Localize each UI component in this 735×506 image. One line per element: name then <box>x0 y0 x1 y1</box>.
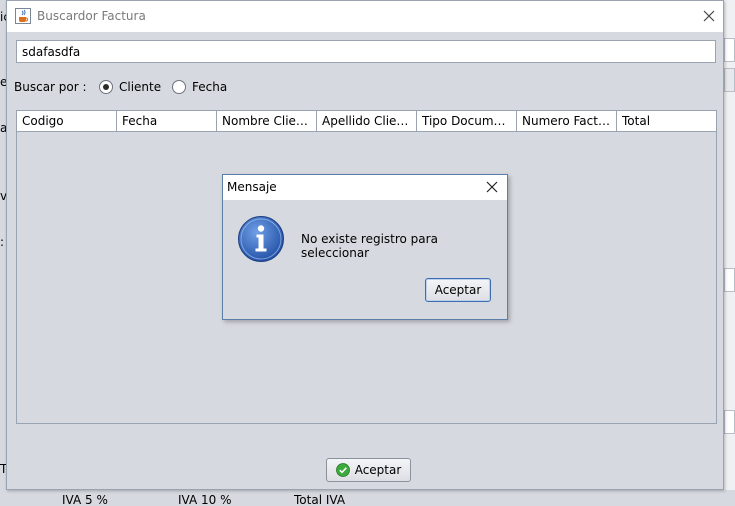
message-aceptar-button[interactable]: Aceptar <box>425 278 491 302</box>
message-title: Mensaje <box>227 180 277 194</box>
parent-field-fragment-3 <box>724 410 735 434</box>
dialog-title: Buscardor Factura <box>37 9 146 23</box>
column-header-nombre-cliente[interactable]: Nombre Cliente <box>217 111 317 131</box>
iva10-label: IVA 10 % <box>178 493 232 506</box>
column-header-apellido-cliente[interactable]: Apellido Cliente <box>317 111 417 131</box>
message-title-bar[interactable]: Mensaje <box>223 175 507 200</box>
iva5-label: IVA 5 % <box>62 493 108 506</box>
message-aceptar-label: Aceptar <box>434 283 482 297</box>
message-text: No existe registro para seleccionar <box>301 232 438 260</box>
column-header-tipo-documento[interactable]: Tipo Documen... <box>417 111 517 131</box>
parent-field-fragment-2 <box>724 268 735 292</box>
column-header-numero-factura[interactable]: Numero Factura <box>517 111 617 131</box>
radio-cliente-label[interactable]: Cliente <box>119 80 161 94</box>
information-icon <box>238 216 284 262</box>
column-header-total[interactable]: Total <box>617 111 716 131</box>
parent-label-fragment: : <box>0 235 5 249</box>
search-input[interactable] <box>16 40 716 63</box>
radio-fecha[interactable] <box>172 80 186 94</box>
buscar-por-label: Buscar por : <box>14 80 87 94</box>
parent-button-fragment <box>724 68 735 92</box>
total-iva-label: Total IVA <box>294 493 346 506</box>
close-icon[interactable] <box>485 180 499 194</box>
dialog-title-bar[interactable]: Buscardor Factura <box>7 1 723 32</box>
radio-fecha-label[interactable]: Fecha <box>192 80 227 94</box>
radio-cliente[interactable] <box>99 80 113 94</box>
mensaje-dialog: Mensaje No existe registro para seleccio… <box>222 174 508 320</box>
aceptar-button-label: Aceptar <box>354 463 402 477</box>
parent-footer: IVA 5 % IVA 10 % Total IVA <box>0 490 735 506</box>
parent-field-fragment <box>724 38 735 62</box>
close-icon[interactable] <box>701 8 717 24</box>
column-header-codigo[interactable]: Codigo <box>17 111 117 131</box>
green-check-icon <box>335 463 350 477</box>
table-header: Codigo Fecha Nombre Cliente Apellido Cli… <box>17 111 716 132</box>
column-header-fecha[interactable]: Fecha <box>117 111 217 131</box>
aceptar-button[interactable]: Aceptar <box>326 458 411 482</box>
java-cup-icon <box>15 8 31 24</box>
